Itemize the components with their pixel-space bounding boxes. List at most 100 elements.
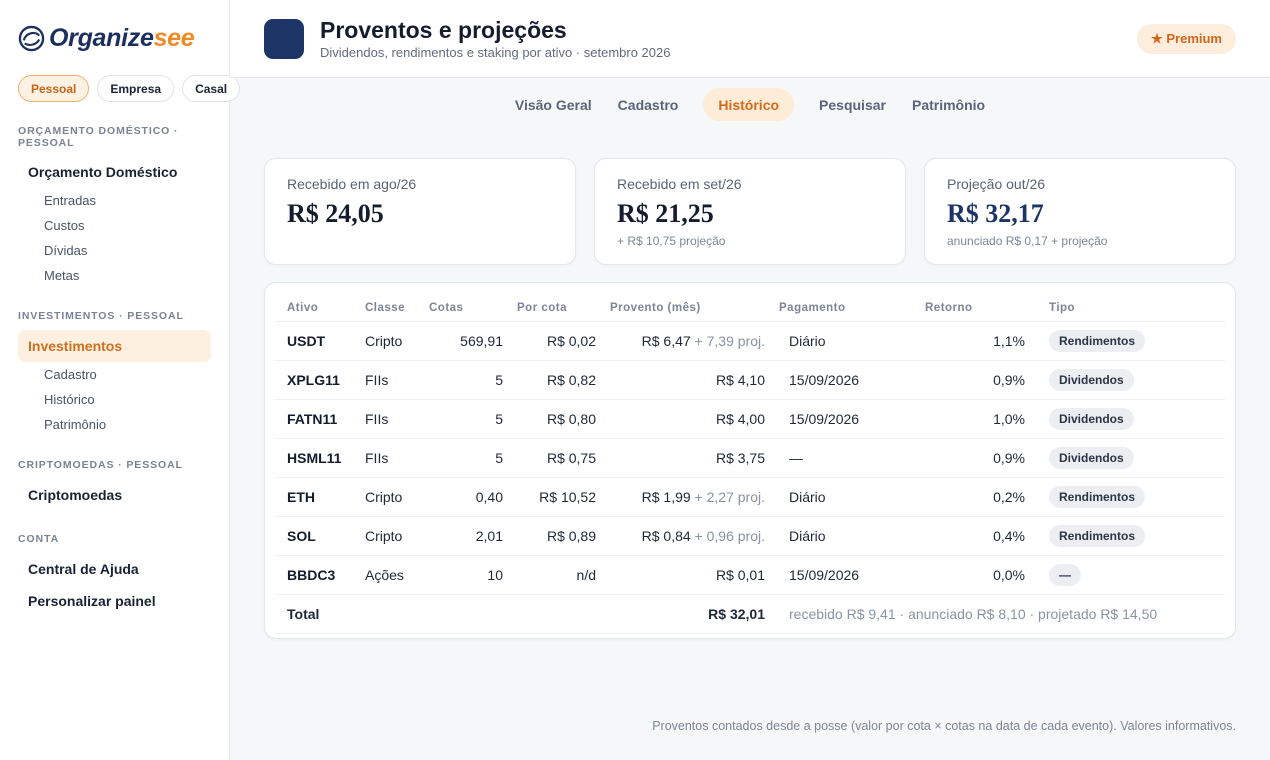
- cell-retorno: 0,9%: [913, 438, 1025, 478]
- table-row[interactable]: HSML11 FIIs 5 R$ 0,75 R$ 3,75—0,9% Dividendos: [275, 438, 1225, 478]
- cell-por-cota: R$ 0,80: [503, 399, 596, 439]
- provento-projection: + 7,39 proj.: [690, 332, 765, 349]
- context-empresa-button[interactable]: Empresa: [97, 75, 175, 102]
- nav-criptomoedas[interactable]: Criptomoedas: [28, 487, 122, 503]
- cell-pagamento: 15/09/2026: [765, 399, 913, 439]
- card-recebido-ago: Recebido em ago/26 R$ 24,05: [264, 158, 576, 265]
- tipo-badge: —: [1049, 563, 1081, 586]
- cell-pagamento: Diário: [765, 321, 913, 361]
- card-label: Recebido em set/26: [617, 176, 742, 192]
- cell-por-cota: R$ 0,75: [503, 438, 596, 478]
- table-row[interactable]: ETH Cripto 0,40 R$ 10,52 R$ 1,99 + 2,27 proj…: [275, 477, 1225, 517]
- column-header-tipo[interactable]: Tipo: [1025, 295, 1225, 322]
- brand-name: Organizesee: [49, 24, 195, 52]
- cell-pagamento: Diário: [765, 477, 913, 517]
- column-header-ativo[interactable]: Ativo: [275, 295, 365, 322]
- section-orcamento-heading: ORÇAMENTO DOMÉSTICO · PESSOAL: [18, 125, 179, 149]
- card-value: R$ 32,17: [947, 199, 1044, 228]
- page-title: Proventos e projeções: [320, 17, 567, 43]
- context-pessoal-button[interactable]: Pessoal: [18, 75, 90, 102]
- tipo-badge: Dividendos: [1049, 368, 1134, 391]
- cell-pagamento: 15/09/2026: [765, 360, 913, 400]
- nav-investimentos[interactable]: Investimentos: [18, 330, 211, 362]
- cell-provento: R$ 6,47 + 7,39 proj.: [596, 321, 765, 361]
- logo-icon: [18, 25, 45, 52]
- cell-retorno: 0,0%: [913, 555, 1025, 595]
- tab-visao-geral[interactable]: Visão Geral: [502, 88, 605, 121]
- table-row[interactable]: USDT Cripto 569,91 R$ 0,02 R$ 6,47 + 7,39 pr…: [275, 321, 1225, 361]
- cell-por-cota: R$ 0,02: [503, 321, 596, 361]
- nav-entradas[interactable]: Entradas: [44, 193, 96, 208]
- nav-custos[interactable]: Custos: [44, 218, 84, 233]
- cell-retorno: 0,2%: [913, 477, 1025, 517]
- cell-cotas: 5: [425, 360, 503, 400]
- tab-patrimonio[interactable]: Patrimônio: [899, 88, 998, 121]
- proventos-table-card: Ativo Classe Cotas Por cota Provento (mê…: [264, 282, 1236, 639]
- nav-cadastro[interactable]: Cadastro: [44, 367, 97, 382]
- tipo-badge: Dividendos: [1049, 407, 1134, 430]
- cell-provento: R$ 3,75: [596, 438, 765, 478]
- cell-por-cota: R$ 10,52: [503, 477, 596, 517]
- provento-projection: + 2,27 proj.: [690, 488, 765, 505]
- nav-dividas[interactable]: Dívidas: [44, 243, 87, 258]
- column-header-cotas[interactable]: Cotas: [425, 295, 503, 322]
- cell-tipo: Dividendos: [1025, 399, 1225, 439]
- cell-provento: R$ 4,10: [596, 360, 765, 400]
- column-header-retorno[interactable]: Retorno: [913, 295, 1025, 322]
- cell-ativo: USDT: [275, 321, 365, 361]
- premium-button[interactable]: ★ Premium: [1137, 24, 1236, 54]
- column-header-provento[interactable]: Provento (mês): [596, 295, 765, 322]
- column-header-classe[interactable]: Classe: [365, 295, 425, 322]
- tipo-badge: Dividendos: [1049, 446, 1134, 469]
- nav-orcamento-domestico[interactable]: Orçamento Doméstico: [28, 164, 177, 180]
- column-header-pagamento[interactable]: Pagamento: [765, 295, 913, 322]
- cell-classe: Cripto: [365, 477, 425, 517]
- nav-central-ajuda[interactable]: Central de Ajuda: [28, 561, 139, 577]
- card-note: anunciado R$ 0,17 + projeção: [947, 234, 1108, 248]
- table-row[interactable]: FATN11 FIIs 5 R$ 0,80 R$ 4,00 15/09/2026 1,0% D…: [275, 399, 1225, 439]
- tab-pesquisar[interactable]: Pesquisar: [806, 88, 899, 121]
- cell-ativo: ETH: [275, 477, 365, 517]
- cell-tipo: Rendimentos: [1025, 321, 1225, 361]
- table-row[interactable]: SOL Cripto 2,01 R$ 0,89 R$ 0,84 + 0,96 proj.…: [275, 516, 1225, 556]
- page-subtitle: Dividendos, rendimentos e staking por at…: [320, 45, 671, 60]
- cell-classe: Cripto: [365, 321, 425, 361]
- provento-value: R$ 6,47: [641, 332, 691, 349]
- card-value: R$ 24,05: [287, 199, 384, 228]
- cell-provento: R$ 0,84 + 0,96 proj.: [596, 516, 765, 556]
- cell-classe: Cripto: [365, 516, 425, 556]
- proventos-table: Ativo Classe Cotas Por cota Provento (mê…: [275, 295, 1225, 634]
- cell-pagamento: Diário: [765, 516, 913, 556]
- cell-retorno: 1,0%: [913, 399, 1025, 439]
- section-cripto-heading: CRIPTOMOEDAS · PESSOAL: [18, 459, 183, 471]
- cell-pagamento: 15/09/2026: [765, 555, 913, 595]
- table-header-row: Ativo Classe Cotas Por cota Provento (mê…: [275, 295, 1225, 322]
- cell-ativo: XPLG11: [275, 360, 365, 400]
- cell-classe: FIIs: [365, 360, 425, 400]
- provento-value: R$ 3,75: [715, 449, 765, 466]
- table-total-row: Total R$ 32,01 recebido R$ 9,41 · anunciad…: [275, 594, 1225, 634]
- tab-cadastro[interactable]: Cadastro: [605, 88, 692, 121]
- tab-historico[interactable]: Histórico: [703, 88, 795, 121]
- table-row[interactable]: XPLG11 FIIs 5 R$ 0,82 R$ 4,10 15/09/2026 0,9% D…: [275, 360, 1225, 400]
- cell-por-cota: R$ 0,89: [503, 516, 596, 556]
- nav-patrimonio[interactable]: Patrimônio: [44, 417, 106, 432]
- provento-value: R$ 0,01: [715, 566, 765, 583]
- table-row[interactable]: BBDC3 Ações 10 n/d R$ 0,01 15/09/2026 0,0% —: [275, 555, 1225, 595]
- column-header-por-cota[interactable]: Por cota: [503, 295, 596, 322]
- tab-bar: Visão Geral Cadastro Histórico Pesquisar…: [230, 88, 1270, 121]
- tipo-badge: Rendimentos: [1049, 485, 1146, 508]
- cell-ativo: BBDC3: [275, 555, 365, 595]
- card-recebido-set: Recebido em set/26 R$ 21,25 + R$ 10,75 p…: [594, 158, 906, 265]
- cell-pagamento: —: [765, 438, 913, 478]
- section-conta-heading: CONTA: [18, 533, 60, 545]
- card-projecao-out: Projeção out/26 R$ 32,17 anunciado R$ 0,…: [924, 158, 1236, 265]
- nav-metas[interactable]: Metas: [44, 268, 79, 283]
- nav-historico[interactable]: Histórico: [44, 392, 95, 407]
- cell-cotas: 10: [425, 555, 503, 595]
- section-investimentos-heading: INVESTIMENTOS · PESSOAL: [18, 310, 184, 322]
- cell-tipo: Dividendos: [1025, 438, 1225, 478]
- total-value: R$ 32,01: [596, 594, 765, 634]
- brand-logo[interactable]: Organizesee: [18, 24, 195, 53]
- nav-personalizar-painel[interactable]: Personalizar painel: [28, 593, 156, 609]
